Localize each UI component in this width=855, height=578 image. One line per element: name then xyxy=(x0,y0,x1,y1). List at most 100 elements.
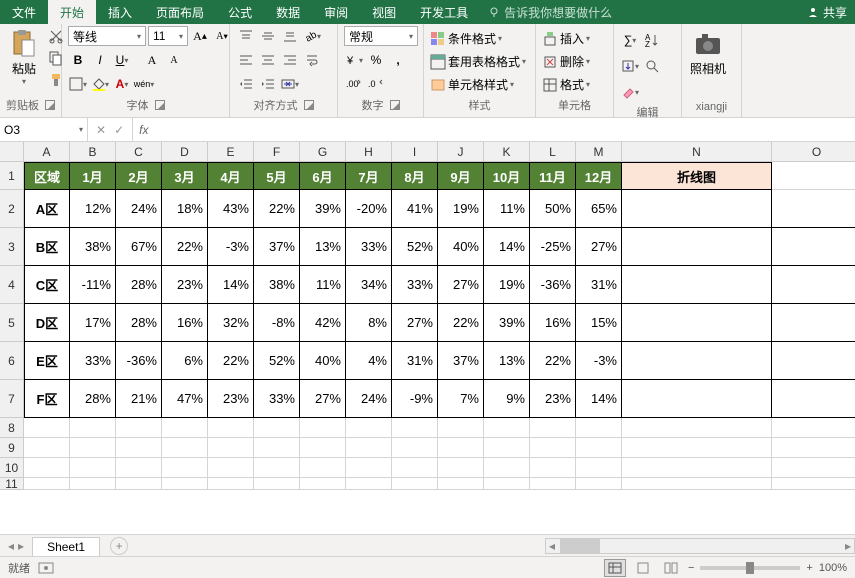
cell[interactable]: 27% xyxy=(392,304,438,342)
cell[interactable] xyxy=(622,458,772,478)
cell[interactable] xyxy=(622,438,772,458)
cell[interactable]: 19% xyxy=(438,190,484,228)
wrap-button[interactable] xyxy=(302,50,322,70)
row-header[interactable]: 5 xyxy=(0,304,24,342)
column-header[interactable]: A xyxy=(24,142,70,162)
cell[interactable] xyxy=(254,458,300,478)
cell[interactable] xyxy=(622,304,772,342)
cell[interactable]: 11% xyxy=(300,266,346,304)
cell[interactable]: -9% xyxy=(392,380,438,418)
cell[interactable] xyxy=(622,228,772,266)
cell[interactable]: E区 xyxy=(24,342,70,380)
horizontal-scrollbar[interactable]: ◂▸ xyxy=(545,538,855,554)
cell[interactable]: 33% xyxy=(70,342,116,380)
column-header[interactable]: M xyxy=(576,142,622,162)
cell[interactable] xyxy=(530,438,576,458)
cell[interactable] xyxy=(254,478,300,490)
cell[interactable] xyxy=(254,418,300,438)
fx-label[interactable]: fx xyxy=(133,123,154,137)
align-middle-button[interactable] xyxy=(258,26,278,46)
zoom-in-button[interactable]: + xyxy=(806,562,812,574)
cell[interactable]: 27% xyxy=(300,380,346,418)
cell[interactable] xyxy=(346,438,392,458)
cell[interactable] xyxy=(772,478,855,490)
cell[interactable]: 33% xyxy=(254,380,300,418)
column-header[interactable]: E xyxy=(208,142,254,162)
cell[interactable] xyxy=(772,162,855,190)
cell[interactable]: 6% xyxy=(162,342,208,380)
cell[interactable] xyxy=(772,458,855,478)
cell[interactable]: 50% xyxy=(530,190,576,228)
merge-button[interactable]: ▾ xyxy=(280,74,300,94)
decrease-indent-button[interactable] xyxy=(236,74,256,94)
cell[interactable]: 31% xyxy=(392,342,438,380)
number-format-select[interactable]: 常规▾ xyxy=(344,26,418,46)
find-button[interactable] xyxy=(642,56,662,76)
paste-button[interactable]: 粘贴▾ xyxy=(6,26,42,88)
clear-button[interactable]: ▾ xyxy=(620,82,640,102)
tab-layout[interactable]: 页面布局 xyxy=(144,0,216,24)
cell[interactable]: 5月 xyxy=(254,162,300,190)
cell[interactable] xyxy=(162,458,208,478)
cell[interactable] xyxy=(70,438,116,458)
cell[interactable]: D区 xyxy=(24,304,70,342)
number-launcher[interactable] xyxy=(390,100,400,110)
cell[interactable] xyxy=(622,190,772,228)
cell[interactable] xyxy=(622,266,772,304)
tab-home[interactable]: 开始 xyxy=(48,0,96,24)
cell[interactable]: 11% xyxy=(484,190,530,228)
cell[interactable]: 17% xyxy=(70,304,116,342)
cell[interactable] xyxy=(530,478,576,490)
format-cells-button[interactable]: 格式▾ xyxy=(542,76,590,93)
cell[interactable]: 14% xyxy=(484,228,530,266)
cell[interactable] xyxy=(300,438,346,458)
align-top-button[interactable] xyxy=(236,26,256,46)
cell[interactable] xyxy=(208,438,254,458)
row-header[interactable]: 7 xyxy=(0,380,24,418)
cell[interactable]: 27% xyxy=(576,228,622,266)
cell[interactable]: 4% xyxy=(346,342,392,380)
share-button[interactable]: 共享 xyxy=(799,4,855,21)
cancel-formula-button[interactable]: ✕ xyxy=(96,123,106,137)
cell[interactable] xyxy=(24,458,70,478)
name-box[interactable]: O3▾ xyxy=(0,118,88,141)
cell[interactable]: 23% xyxy=(208,380,254,418)
increase-decimal-button[interactable]: .00 xyxy=(344,74,364,94)
cell[interactable] xyxy=(392,478,438,490)
cell[interactable] xyxy=(300,418,346,438)
page-break-view-button[interactable] xyxy=(660,559,682,577)
cell[interactable]: -11% xyxy=(70,266,116,304)
cell[interactable]: 3月 xyxy=(162,162,208,190)
cell[interactable]: 39% xyxy=(300,190,346,228)
align-left-button[interactable] xyxy=(236,50,256,70)
cell[interactable]: B区 xyxy=(24,228,70,266)
tab-dev[interactable]: 开发工具 xyxy=(408,0,480,24)
tab-file[interactable]: 文件 xyxy=(0,0,48,24)
tab-view[interactable]: 视图 xyxy=(360,0,408,24)
cell[interactable]: 13% xyxy=(300,228,346,266)
cell[interactable] xyxy=(438,458,484,478)
enter-formula-button[interactable]: ✓ xyxy=(114,123,124,137)
cell[interactable]: 16% xyxy=(530,304,576,342)
align-center-button[interactable] xyxy=(258,50,278,70)
cell[interactable]: 38% xyxy=(70,228,116,266)
cell[interactable] xyxy=(772,418,855,438)
row-header[interactable]: 8 xyxy=(0,418,24,438)
cell[interactable] xyxy=(346,478,392,490)
cell[interactable]: 22% xyxy=(530,342,576,380)
cell[interactable]: 40% xyxy=(300,342,346,380)
cell[interactable] xyxy=(392,438,438,458)
underline-button[interactable]: U▾ xyxy=(112,50,132,70)
cell[interactable] xyxy=(208,458,254,478)
cell[interactable] xyxy=(772,304,855,342)
cell[interactable]: 39% xyxy=(484,304,530,342)
cell[interactable] xyxy=(622,478,772,490)
cell[interactable]: 22% xyxy=(254,190,300,228)
column-header[interactable]: J xyxy=(438,142,484,162)
cell[interactable] xyxy=(116,418,162,438)
column-header[interactable]: C xyxy=(116,142,162,162)
cell[interactable]: 52% xyxy=(392,228,438,266)
cell[interactable] xyxy=(576,418,622,438)
align-launcher[interactable] xyxy=(304,100,314,110)
cell[interactable]: 9月 xyxy=(438,162,484,190)
